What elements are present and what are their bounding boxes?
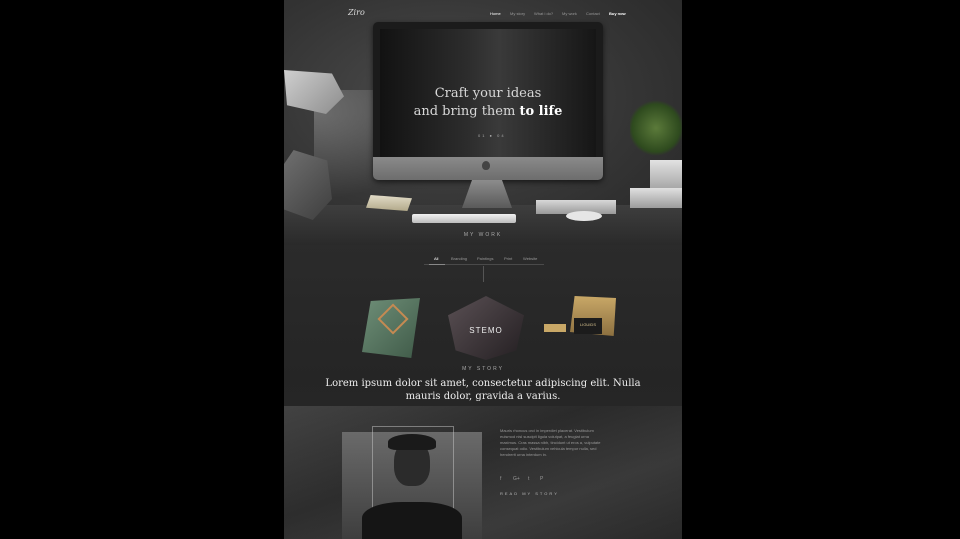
liguids-label: LIGUIDS [579, 322, 596, 327]
portfolio-item-card[interactable] [362, 298, 420, 358]
portrait-photo [342, 426, 482, 539]
twitter-icon[interactable]: t [528, 476, 529, 482]
nav-home[interactable]: Home [490, 11, 501, 16]
story-body: Mauris rhoncus orci in imperdiet placera… [500, 428, 601, 457]
facebook-icon[interactable]: f [500, 476, 501, 482]
filter-website[interactable]: Website [523, 256, 537, 261]
hero-title-line1: Craft your ideas [434, 86, 542, 101]
hero-title-line2: and bring them [413, 104, 520, 119]
plant-pot [650, 160, 682, 188]
person-cap [388, 434, 436, 450]
apple-logo-icon [482, 161, 490, 170]
work-filters: All Branding Paintings Print Website [284, 254, 682, 266]
my-work-label: MY WORK [463, 232, 503, 238]
hero-title-emphasis: to life [519, 104, 563, 119]
filter-branding[interactable]: Branding [451, 256, 467, 261]
portfolio-item-liguids[interactable]: LIGUIDS [544, 296, 618, 340]
my-story-label: MY STORY [462, 366, 504, 372]
desk-surface [284, 205, 682, 245]
story-title: Lorem ipsum dolor sit amet, consectetur … [325, 378, 641, 402]
section-connector [483, 266, 484, 282]
plant [630, 98, 682, 158]
monitor: Craft your ideas and bring them to life … [373, 22, 603, 180]
keyboard [412, 214, 516, 223]
liguids-bar [544, 324, 566, 332]
hero-section: Craft your ideas and bring them to life … [284, 0, 682, 245]
monitor-chin [373, 157, 603, 180]
site-logo[interactable]: Ziro [348, 8, 365, 17]
portfolio-item-stemo[interactable]: STEMO [448, 296, 524, 360]
diamond-logo-icon [377, 303, 409, 335]
monitor-stand [462, 180, 512, 208]
slide-indicator[interactable]: 01 ● 04 [478, 133, 506, 138]
filter-paintings[interactable]: Paintings [477, 256, 493, 261]
mouse [566, 211, 602, 221]
books [630, 188, 682, 208]
filter-print[interactable]: Print [504, 256, 512, 261]
hero-title: Craft your ideas and bring them to life [380, 85, 596, 121]
pinterest-icon[interactable]: P [540, 476, 543, 482]
nav-buy-now[interactable]: Buy now [609, 11, 626, 16]
stemo-label: STEMO [469, 326, 503, 335]
page: Craft your ideas and bring them to life … [284, 0, 682, 539]
filter-all[interactable]: All [434, 256, 438, 261]
top-nav: Ziro Home My story What i do? My work Co… [284, 8, 682, 20]
google-plus-icon[interactable]: G+ [513, 476, 520, 482]
nav-my-work[interactable]: My work [562, 11, 577, 16]
nav-contact[interactable]: Contact [586, 11, 600, 16]
read-my-story-link[interactable]: READ MY STORY [500, 491, 559, 496]
nav-what-i-do[interactable]: What i do? [534, 11, 553, 16]
hero-screen: Craft your ideas and bring them to life … [380, 29, 596, 157]
person-body [362, 502, 462, 539]
nav-my-story[interactable]: My story [510, 11, 525, 16]
filter-active-underline [429, 264, 445, 265]
